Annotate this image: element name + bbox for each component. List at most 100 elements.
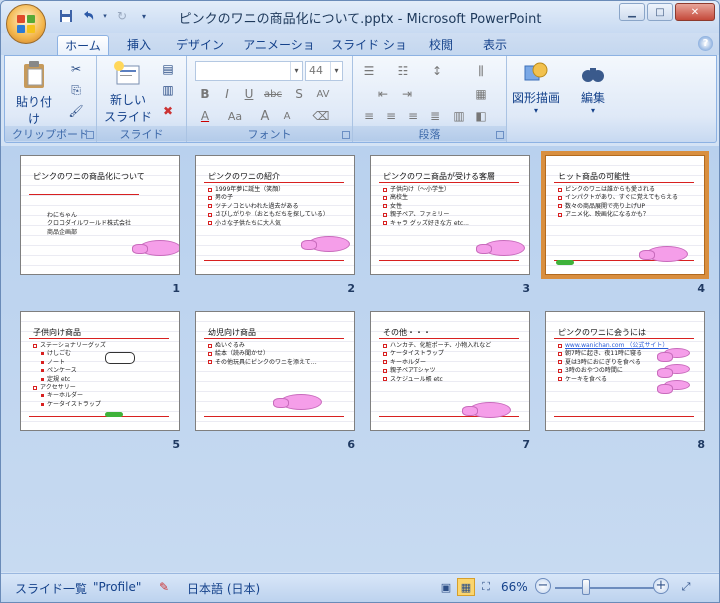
theme-status[interactable]: "Profile": [93, 580, 141, 594]
numbering-icon[interactable]: ☷: [393, 61, 413, 81]
slide-bullet: 高校生: [383, 194, 469, 202]
slide-thumbnail[interactable]: ピンクのワニ商品が受ける客層 子供向け（～小学生） 高校生 女性 親子ペア、ファミリーキ…: [370, 155, 530, 275]
tab-design[interactable]: デザイン: [171, 35, 229, 55]
zoom-slider[interactable]: [555, 587, 655, 589]
slide-bottom-line: [554, 416, 694, 417]
slide-thumbnail[interactable]: ピンクのワニの商品化について わにちゃん クロコダイルワールド株式会社 商品企画部: [20, 155, 180, 275]
strikethrough-button[interactable]: abc: [263, 84, 283, 104]
bullets-icon[interactable]: ☰: [359, 61, 379, 81]
bullet-marker-icon: [208, 221, 212, 226]
tab-review[interactable]: 校閲: [421, 35, 461, 55]
slide-bullet: 商品企画部: [47, 229, 131, 237]
font-color-button[interactable]: A: [195, 106, 215, 126]
text-direction-icon[interactable]: ⫼: [471, 61, 491, 81]
align-center-icon[interactable]: ≡: [381, 106, 401, 126]
close-icon[interactable]: ✕: [675, 3, 715, 21]
bullet-marker-icon: [208, 212, 212, 217]
font-size-combo[interactable]: 44 ▾: [305, 61, 343, 81]
char-spacing-button[interactable]: AV: [313, 84, 333, 104]
layout-icon[interactable]: ▤: [159, 60, 177, 78]
justify-icon[interactable]: ≣: [425, 106, 445, 126]
slide-bullet: 夏は3時におにぎりを食べる: [558, 359, 668, 367]
align-text-icon[interactable]: ▦: [471, 84, 491, 104]
delete-slide-icon[interactable]: ✖: [159, 102, 177, 120]
zoom-out-icon[interactable]: −: [535, 578, 551, 594]
change-case-button[interactable]: Aa: [225, 106, 245, 126]
smartart-icon[interactable]: ◧: [471, 106, 491, 126]
cut-icon[interactable]: ✂: [67, 60, 85, 78]
slide-thumbnail[interactable]: ヒット商品の可能性 ピンクのワニは誰からも愛される インパクトがあり、すぐに覚えても…: [545, 155, 705, 275]
slide-bullet-text: 朝7時に起き、夜11時に寝る: [565, 350, 643, 358]
bullet-marker-icon: [558, 204, 562, 209]
drawing-button[interactable]: 図形描画 ▾: [511, 60, 561, 134]
ribbon: 貼り付け ▾ ✂ ⎘ 🖌 クリップボード 新しい スライド ▤ ▥ ✖ スライド…: [4, 55, 717, 143]
normal-view-icon[interactable]: ▣: [437, 578, 455, 596]
clipboard-launcher-icon[interactable]: [86, 131, 94, 139]
font-name-combo[interactable]: ▾: [195, 61, 303, 81]
align-right-icon[interactable]: ≡: [403, 106, 423, 126]
chevron-down-icon: ▾: [330, 62, 342, 80]
slide-thumbnail[interactable]: ピンクのワニに会うには www.wanichan.com （公式サイト） 朝7時に起…: [545, 311, 705, 431]
grow-font-button[interactable]: A: [255, 106, 275, 126]
tab-slideshow[interactable]: スライド ショー: [327, 35, 411, 72]
decrease-indent-icon[interactable]: ⇤: [373, 84, 393, 104]
slide-title: 幼児向け商品: [208, 328, 256, 337]
slide-thumbnail[interactable]: 子供向け商品 ステーショナリーグッズ けしごむ ノート ペンケース 定規 etc アクセサリ…: [20, 311, 180, 431]
reset-icon[interactable]: ▥: [159, 81, 177, 99]
zoom-level[interactable]: 66%: [501, 580, 528, 594]
increase-indent-icon[interactable]: ⇥: [397, 84, 417, 104]
slide-thumbnail[interactable]: 幼児向け商品 ぬいぐるみ 絵本（読み聞かせ） その他玩具にピンクのワニを添えて…: [195, 311, 355, 431]
bullet-marker-icon: [558, 351, 562, 356]
shadow-button[interactable]: S: [289, 84, 309, 104]
columns-icon[interactable]: ▥: [449, 106, 469, 126]
editing-button[interactable]: 編集 ▾: [571, 60, 615, 134]
clipboard-group-label: クリップボード: [5, 126, 96, 141]
slide-bullet: 女性: [383, 203, 469, 211]
slide-thumbnail[interactable]: ピンクのワニの紹介 1999年夢に誕生（笑顔） 男の子 ツチノコといわれた過去があるさ…: [195, 155, 355, 275]
slideshow-view-icon[interactable]: ⛶: [477, 578, 495, 596]
slide-title-underline: [554, 182, 694, 183]
bold-button[interactable]: B: [195, 84, 215, 104]
pink-crocodile-image: [657, 348, 690, 362]
maximize-icon[interactable]: □: [647, 3, 673, 21]
line-spacing-icon[interactable]: ↕: [427, 61, 447, 81]
spellcheck-icon[interactable]: ✎: [159, 580, 169, 594]
underline-button[interactable]: U: [239, 84, 259, 104]
italic-button[interactable]: I: [217, 84, 237, 104]
tab-insert[interactable]: 挿入: [117, 35, 161, 55]
shrink-font-button[interactable]: A: [277, 106, 297, 126]
font-group-label: フォント: [187, 126, 352, 141]
copy-icon[interactable]: ⎘: [67, 81, 85, 99]
zoom-in-icon[interactable]: +: [653, 578, 669, 594]
tab-animations[interactable]: アニメーション: [239, 35, 319, 72]
font-launcher-icon[interactable]: [342, 131, 350, 139]
language-status[interactable]: 日本語 (日本): [187, 580, 260, 597]
new-slide-button[interactable]: 新しい スライド: [103, 60, 153, 124]
pink-crocodile-image: [657, 364, 690, 378]
zoom-slider-thumb[interactable]: [582, 579, 591, 595]
tab-view[interactable]: 表示: [475, 35, 515, 55]
paragraph-launcher-icon[interactable]: [496, 131, 504, 139]
clear-format-icon[interactable]: ⌫: [311, 106, 331, 126]
help-icon[interactable]: ?: [698, 36, 713, 51]
office-button[interactable]: [6, 4, 46, 44]
slide-title-underline: [554, 338, 694, 339]
slide-number: 7: [522, 438, 530, 451]
align-left-icon[interactable]: ≡: [359, 106, 379, 126]
paste-button[interactable]: 貼り付け ▾: [11, 60, 57, 136]
fit-to-window-icon[interactable]: ⤢: [677, 578, 695, 596]
slide-sorter-view-icon[interactable]: ▦: [457, 578, 475, 596]
paste-icon: [24, 61, 44, 88]
slide-number: 1: [172, 282, 180, 295]
slide-bullet: アニメ化、映画化になるかも？: [558, 211, 678, 219]
format-painter-icon[interactable]: 🖌: [67, 102, 85, 120]
slide-thumbnail[interactable]: その他・・・ ハンカチ、化粧ポーチ、小物入れなど ケータイストラップ キーホルダー 親子…: [370, 311, 530, 431]
minimize-icon[interactable]: ▁: [619, 3, 645, 21]
green-crocodile-image: [105, 412, 123, 417]
slide-bullet-text: 親子ペアTシャツ: [390, 367, 436, 375]
tab-home[interactable]: ホーム: [57, 35, 109, 55]
slide-bullet-text: www.wanichan.com （公式サイト）: [565, 342, 669, 349]
bullet-marker-icon: [383, 377, 387, 382]
slide-number: 6: [347, 438, 355, 451]
slide-sorter: ピンクのワニの商品化について わにちゃん クロコダイルワールド株式会社 商品企画部 1 ピ…: [1, 146, 719, 572]
